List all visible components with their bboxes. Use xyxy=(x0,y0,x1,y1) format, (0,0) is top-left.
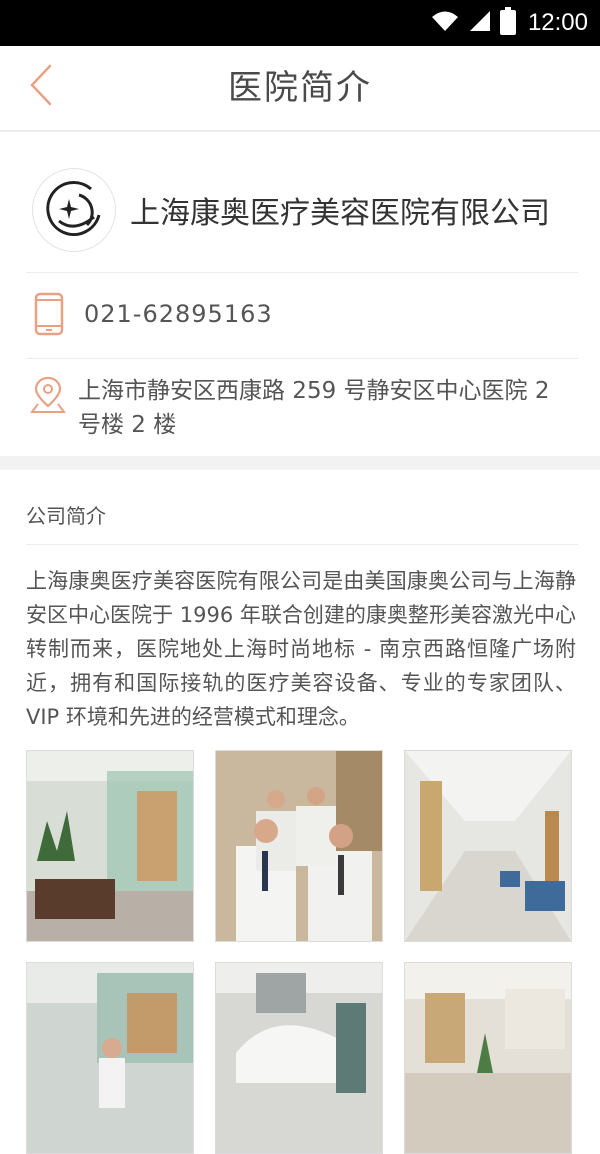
phone-number[interactable]: 021-62895163 xyxy=(84,300,273,328)
company-header: 上海康奥医疗美容医院有限公司 xyxy=(26,162,578,273)
back-button[interactable] xyxy=(16,62,66,112)
chevron-left-icon xyxy=(29,64,53,110)
address-text: 上海市静安区西康路 259 号静安区中心医院 2 号楼 2 楼 xyxy=(78,378,550,438)
corridor-photo[interactable] xyxy=(404,750,572,942)
signal-icon xyxy=(468,9,492,37)
sparkle-circle-logo-icon xyxy=(46,181,101,237)
nurse-room-photo[interactable] xyxy=(26,962,194,1154)
nav-bar: 医院简介 xyxy=(0,46,600,132)
treatment-room-photo[interactable] xyxy=(215,962,383,1154)
company-intro-text: 上海康奥医疗美容医院有限公司是由美国康奥公司与上海静安区中心医院于 1996 年… xyxy=(26,569,576,729)
location-pin-icon xyxy=(30,374,66,414)
doctors-team-photo[interactable] xyxy=(215,750,383,942)
divider xyxy=(26,544,578,545)
reception-hall-photo[interactable] xyxy=(404,962,572,1154)
lobby-photo[interactable] xyxy=(26,750,194,942)
wifi-icon xyxy=(430,9,460,37)
phone-row[interactable]: 021-62895163 xyxy=(26,274,578,359)
section-title: 公司简介 xyxy=(26,504,106,528)
section-separator xyxy=(0,456,600,470)
mobile-phone-icon xyxy=(34,292,64,336)
company-logo xyxy=(32,168,116,252)
company-name: 上海康奥医疗美容医院有限公司 xyxy=(130,196,550,231)
address-row: 上海市静安区西康路 259 号静安区中心医院 2 号楼 2 楼 xyxy=(26,360,578,452)
status-time: 12:00 xyxy=(527,9,588,36)
page-title: 医院简介 xyxy=(228,68,372,108)
battery-icon xyxy=(499,7,516,39)
status-bar: 12:00 xyxy=(0,0,600,46)
